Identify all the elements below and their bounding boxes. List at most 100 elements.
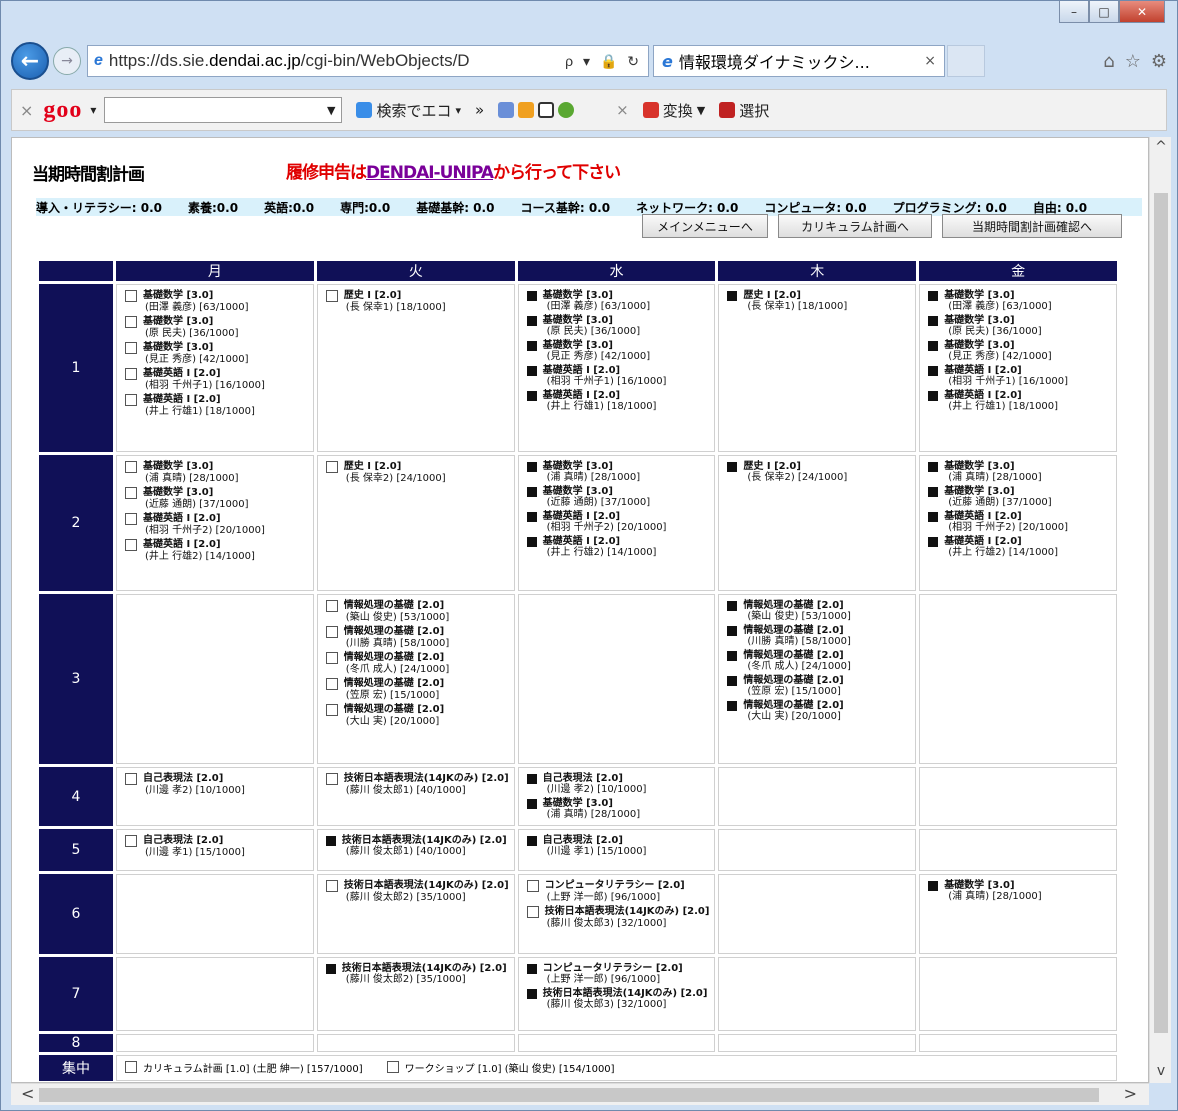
course-checkbox[interactable] <box>125 773 137 785</box>
course-checkbox[interactable] <box>125 342 137 354</box>
course-checkbox-checked[interactable] <box>928 341 939 351</box>
course-checkbox-checked[interactable] <box>928 291 939 301</box>
course-checkbox-checked[interactable] <box>526 487 537 497</box>
horizontal-scroll-thumb[interactable] <box>39 1088 1099 1102</box>
course-checkbox-checked[interactable] <box>526 462 537 472</box>
vertical-scrollbar[interactable]: ^ v <box>1149 137 1171 1083</box>
course-checkbox[interactable] <box>325 704 338 716</box>
intensive-checkbox[interactable] <box>386 1061 399 1074</box>
close-window-button[interactable]: ✕ <box>1119 1 1165 23</box>
intensive-entry: ワークショップ [1.0] (築山 俊史) [154/1000] <box>386 1060 615 1075</box>
back-button[interactable]: ← <box>11 42 49 80</box>
course-checkbox[interactable] <box>125 835 137 847</box>
course-checkbox-checked[interactable] <box>928 391 939 401</box>
toolbar2-close-icon[interactable]: × <box>616 101 629 119</box>
course-checkbox-checked[interactable] <box>526 537 537 547</box>
course-checkbox-checked[interactable] <box>928 537 939 547</box>
course-checkbox[interactable] <box>325 461 338 473</box>
maximize-button[interactable]: □ <box>1089 1 1119 23</box>
course-checkbox-checked[interactable] <box>325 836 336 846</box>
course-checkbox-checked[interactable] <box>928 881 939 891</box>
forward-button[interactable]: → <box>53 47 81 75</box>
favorites-icon[interactable]: ☆ <box>1125 51 1141 72</box>
scroll-left-icon[interactable]: < <box>21 1084 34 1103</box>
course-checkbox[interactable] <box>325 652 338 664</box>
scroll-down-icon[interactable]: v <box>1150 1063 1172 1079</box>
eco-search-dropdown-icon[interactable]: ▾ <box>455 104 461 117</box>
course-checkbox-checked[interactable] <box>526 512 537 522</box>
goo-logo[interactable]: goo <box>43 97 82 124</box>
course-checkbox-checked[interactable] <box>526 989 537 999</box>
convert-button[interactable]: 変換 ▼ <box>642 100 705 121</box>
course-checkbox-checked[interactable] <box>526 341 537 351</box>
course-checkbox[interactable] <box>125 290 137 302</box>
course-checkbox[interactable] <box>325 773 338 785</box>
intensive-checkbox[interactable] <box>125 1061 137 1074</box>
course-checkbox-checked[interactable] <box>526 316 537 326</box>
confirm-timetable-button[interactable]: 当期時間割計画確認へ <box>942 214 1122 238</box>
course-checkbox-checked[interactable] <box>526 836 537 846</box>
vertical-scroll-thumb[interactable] <box>1154 193 1168 1033</box>
sprout-icon[interactable] <box>558 102 575 118</box>
goo-search-input[interactable]: ▼ <box>104 97 343 123</box>
course-checkbox-checked[interactable] <box>727 676 738 686</box>
course-checkbox-checked[interactable] <box>526 291 537 301</box>
goo-toolbar-close-icon[interactable]: × <box>20 101 33 120</box>
course-checkbox-checked[interactable] <box>928 462 939 472</box>
goo-menu-dropdown[interactable]: ▾ <box>90 103 96 117</box>
course-checkbox-checked[interactable] <box>727 626 738 636</box>
course-checkbox-checked[interactable] <box>727 601 738 611</box>
horizontal-scrollbar[interactable]: < > <box>11 1083 1149 1105</box>
course-checkbox-checked[interactable] <box>928 487 939 497</box>
tab-close-icon[interactable]: × <box>924 53 936 69</box>
minimize-button[interactable]: – <box>1059 1 1089 23</box>
course-checkbox-checked[interactable] <box>727 651 738 661</box>
course-checkbox-checked[interactable] <box>526 964 537 974</box>
course-checkbox[interactable] <box>526 880 539 892</box>
course-checkbox-checked[interactable] <box>727 701 738 711</box>
course-checkbox-checked[interactable] <box>325 964 336 974</box>
toolbar-more-button[interactable]: » <box>475 101 484 119</box>
convert-dropdown-icon[interactable]: ▼ <box>697 104 705 117</box>
tab-active[interactable]: e 情報環境ダイナミックシ... × <box>653 45 945 77</box>
window-icon[interactable] <box>538 102 555 118</box>
course-checkbox[interactable] <box>325 880 338 892</box>
home-icon[interactable]: ⌂ <box>1103 51 1114 72</box>
course-checkbox-checked[interactable] <box>928 512 939 522</box>
course-checkbox[interactable] <box>325 600 338 612</box>
course-checkbox[interactable] <box>125 368 137 380</box>
course-checkbox[interactable] <box>125 394 137 406</box>
course-checkbox[interactable] <box>325 290 338 302</box>
course-checkbox[interactable] <box>125 513 137 525</box>
course-checkbox-checked[interactable] <box>928 316 939 326</box>
select-button[interactable]: 選択 <box>719 100 769 121</box>
period-label: 1 <box>39 284 113 452</box>
course-checkbox[interactable] <box>325 678 338 690</box>
mail-icon[interactable] <box>498 102 515 118</box>
course-checkbox-checked[interactable] <box>727 462 738 472</box>
course-checkbox[interactable] <box>325 626 338 638</box>
course-checkbox-checked[interactable] <box>727 291 738 301</box>
settings-gear-icon[interactable]: ⚙ <box>1151 51 1167 72</box>
curriculum-plan-button[interactable]: カリキュラム計画へ <box>778 214 932 238</box>
address-tools-icon[interactable]: ρ ▾ 🔒 ↻ <box>565 53 642 70</box>
course-checkbox-checked[interactable] <box>526 366 537 376</box>
scroll-up-icon[interactable]: ^ <box>1150 139 1172 155</box>
address-bar[interactable]: e https://ds.sie. dendai.ac.jp/cgi-bin/We… <box>87 45 649 77</box>
course-checkbox[interactable] <box>526 906 539 918</box>
course-checkbox[interactable] <box>125 487 137 499</box>
eco-search-button[interactable]: 検索でエコ ▾ <box>356 100 461 121</box>
goo-search-dropdown-icon[interactable]: ▼ <box>327 104 335 117</box>
course-checkbox[interactable] <box>125 461 137 473</box>
main-menu-button[interactable]: メインメニューへ <box>642 214 768 238</box>
course-checkbox-checked[interactable] <box>526 799 537 809</box>
new-tab-button[interactable] <box>947 45 985 77</box>
scroll-right-icon[interactable]: > <box>1124 1084 1137 1103</box>
course-checkbox[interactable] <box>125 316 137 328</box>
unipa-link[interactable]: DENDAI-UNIPA <box>366 163 494 183</box>
course-checkbox-checked[interactable] <box>526 391 537 401</box>
course-checkbox[interactable] <box>125 539 137 551</box>
course-checkbox-checked[interactable] <box>928 366 939 376</box>
course-checkbox-checked[interactable] <box>526 774 537 784</box>
weather-icon[interactable] <box>518 102 535 118</box>
